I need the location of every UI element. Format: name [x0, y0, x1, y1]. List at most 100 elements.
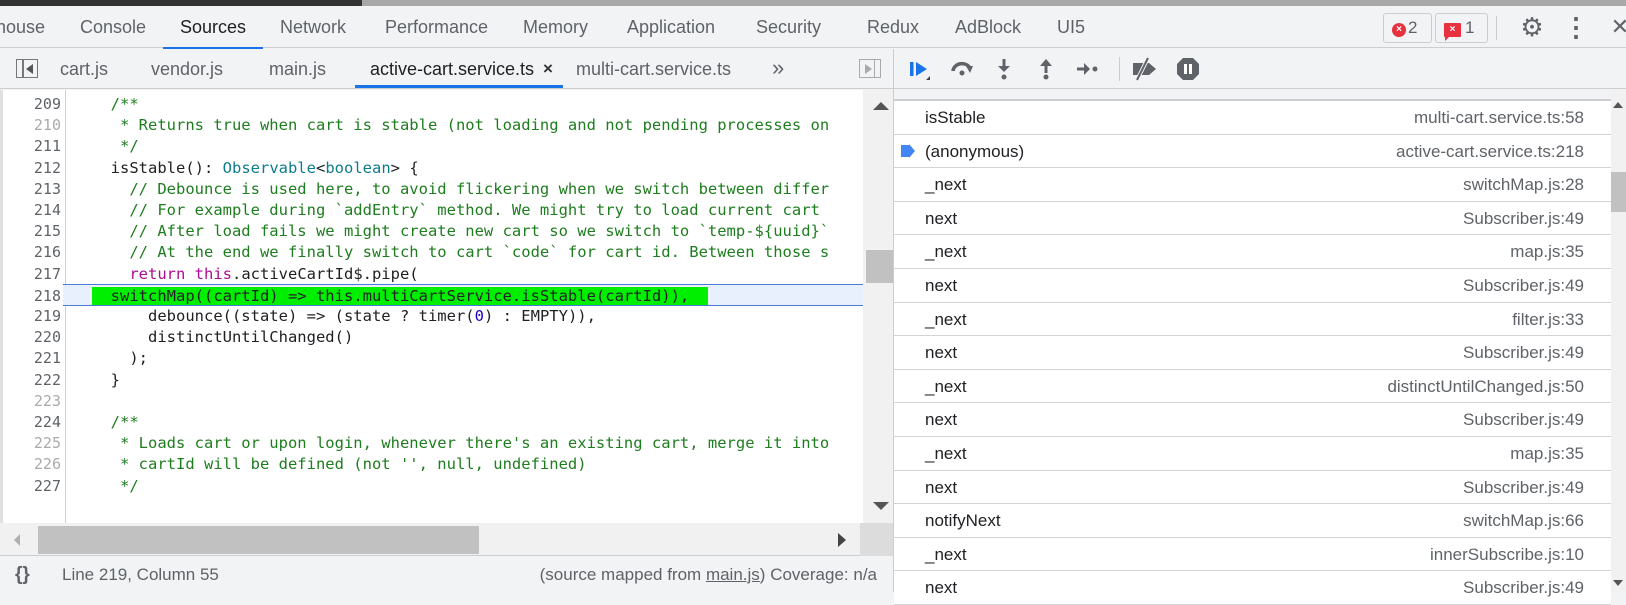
line-number[interactable]: 217	[3, 263, 61, 285]
code-line[interactable]: 224 /**	[3, 411, 863, 433]
call-frame-location[interactable]: Subscriber.js:49	[1463, 336, 1584, 369]
code-line[interactable]: 214 // For example during `addEntry` met…	[3, 199, 863, 221]
tab-performance[interactable]: Performance	[385, 6, 488, 48]
line-number[interactable]: 219	[3, 305, 61, 327]
call-frame-location[interactable]: Subscriber.js:49	[1463, 403, 1584, 436]
editor-horizontal-scrollbar[interactable]	[0, 523, 893, 556]
call-stack-scroll-thumb[interactable]	[1611, 172, 1626, 212]
tab-security[interactable]: Security	[756, 6, 821, 48]
scroll-left-arrow-icon[interactable]	[14, 534, 20, 546]
step-into-icon[interactable]	[990, 55, 1018, 83]
line-number[interactable]: 223	[3, 390, 61, 412]
call-frame[interactable]: _next filter.js:33	[894, 303, 1611, 337]
call-frame[interactable]: _next innerSubscribe.js:10	[894, 538, 1611, 572]
line-number[interactable]: 221	[3, 347, 61, 369]
call-frame-location[interactable]: Subscriber.js:49	[1463, 269, 1584, 302]
call-frame[interactable]: _next map.js:35	[894, 235, 1611, 269]
line-number[interactable]: 216	[3, 241, 61, 263]
close-devtools-icon[interactable]: ✕	[1610, 10, 1626, 44]
call-frame-location[interactable]: active-cart.service.ts:218	[1396, 135, 1584, 168]
pretty-print-icon[interactable]: {}	[15, 557, 30, 592]
file-tab-vendor-js[interactable]: vendor.js	[151, 49, 223, 89]
call-frame-location[interactable]: Subscriber.js:49	[1463, 571, 1584, 604]
call-frame-location[interactable]: multi-cart.service.ts:58	[1414, 101, 1584, 134]
call-frame[interactable]: next Subscriber.js:49	[894, 336, 1611, 370]
issues-badge[interactable]: × 1	[1435, 13, 1488, 43]
call-frame-location[interactable]: Subscriber.js:49	[1463, 471, 1584, 504]
file-tab-main-js[interactable]: main.js	[269, 49, 326, 89]
code-line[interactable]: 216 // At the end we finally switch to c…	[3, 241, 863, 263]
call-frame[interactable]: _next distinctUntilChanged.js:50	[894, 370, 1611, 404]
tab-adblock[interactable]: AdBlock	[955, 6, 1021, 48]
more-tabs-chevron-icon[interactable]: »	[772, 49, 784, 89]
code-line[interactable]: 218 switchMap((cartId) => this.multiCart…	[34, 283, 863, 306]
code-line[interactable]: 212 isStable(): Observable<boolean> {	[3, 157, 863, 179]
source-map-link[interactable]: main.js	[706, 565, 760, 584]
code-line[interactable]: 217 return this.activeCartId$.pipe(	[3, 263, 863, 285]
file-tab-multi-cart-service[interactable]: multi-cart.service.ts	[576, 49, 731, 89]
line-number[interactable]: 212	[3, 157, 61, 179]
settings-gear-icon[interactable]: ⚙	[1517, 10, 1547, 44]
call-frame-location[interactable]: switchMap.js:28	[1463, 168, 1584, 201]
code-line[interactable]: 225 * Loads cart or upon login, whenever…	[3, 432, 863, 454]
step-over-icon[interactable]	[948, 55, 976, 83]
line-number[interactable]: 214	[3, 199, 61, 221]
errors-badge[interactable]: × 2	[1383, 13, 1432, 43]
step-out-icon[interactable]	[1032, 55, 1060, 83]
stack-scroll-up-icon[interactable]	[1613, 102, 1623, 108]
line-number[interactable]: 227	[3, 475, 61, 497]
line-number[interactable]: 222	[3, 369, 61, 391]
tab-memory[interactable]: Memory	[523, 6, 588, 48]
pause-on-exceptions-icon[interactable]	[1174, 55, 1202, 83]
call-frame[interactable]: next Subscriber.js:49	[894, 202, 1611, 236]
call-frame[interactable]: _next map.js:35	[894, 437, 1611, 471]
call-frame[interactable]: next Subscriber.js:49	[894, 471, 1611, 505]
code-line[interactable]: 209 /**	[3, 93, 863, 115]
call-frame[interactable]: next Subscriber.js:49	[894, 269, 1611, 303]
call-frame-location[interactable]: switchMap.js:66	[1463, 504, 1584, 537]
file-tab-cart-js[interactable]: cart.js	[60, 49, 108, 89]
code-line[interactable]: 223	[3, 390, 863, 412]
tab-sources[interactable]: Sources	[162, 6, 264, 49]
more-options-icon[interactable]: ⋮	[1563, 10, 1589, 44]
line-number[interactable]: 226	[3, 453, 61, 475]
call-frame[interactable]: next Subscriber.js:49	[894, 571, 1611, 605]
call-frame[interactable]: _next switchMap.js:28	[894, 168, 1611, 202]
call-frame-location[interactable]: map.js:35	[1510, 235, 1584, 268]
code-line[interactable]: 226 * cartId will be defined (not '', nu…	[3, 453, 863, 475]
line-number[interactable]: 209	[3, 93, 61, 115]
code-line[interactable]: 210 * Returns true when cart is stable (…	[3, 114, 863, 136]
step-icon[interactable]	[1074, 55, 1102, 83]
call-frame[interactable]: isStable multi-cart.service.ts:58	[894, 101, 1611, 135]
code-line[interactable]: 221 );	[3, 347, 863, 369]
call-frame-location[interactable]: map.js:35	[1510, 437, 1584, 470]
call-frame[interactable]: notifyNext switchMap.js:66	[894, 504, 1611, 538]
code-line[interactable]: 227 */	[3, 475, 863, 497]
line-number[interactable]: 213	[3, 178, 61, 200]
scroll-down-arrow-icon[interactable]	[873, 502, 889, 510]
call-frame-location[interactable]: innerSubscribe.js:10	[1430, 538, 1584, 571]
line-number[interactable]: 218	[3, 285, 61, 307]
code-line[interactable]: 211 */	[3, 135, 863, 157]
tab-redux[interactable]: Redux	[867, 6, 919, 48]
code-line[interactable]: 222 }	[3, 369, 863, 391]
tab-console[interactable]: Console	[80, 6, 146, 48]
tab-ui5[interactable]: UI5	[1057, 6, 1085, 48]
editor-horizontal-scroll-thumb[interactable]	[38, 526, 479, 554]
line-number[interactable]: 211	[3, 135, 61, 157]
line-number[interactable]: 225	[3, 432, 61, 454]
call-frame[interactable]: next Subscriber.js:49	[894, 403, 1611, 437]
code-editor[interactable]: 209 /** 210 * Returns true when cart is s…	[0, 90, 893, 523]
line-number[interactable]: 215	[3, 220, 61, 242]
file-tab-active-cart-service[interactable]: active-cart.service.ts	[370, 49, 534, 89]
call-frame-location[interactable]: filter.js:33	[1512, 303, 1584, 336]
scroll-up-arrow-icon[interactable]	[873, 102, 889, 110]
code-line[interactable]: 213 // Debounce is used here, to avoid f…	[3, 178, 863, 200]
editor-vertical-scrollbar[interactable]	[863, 90, 893, 523]
editor-vertical-scroll-thumb[interactable]	[866, 250, 893, 283]
call-frame-location[interactable]: distinctUntilChanged.js:50	[1387, 370, 1584, 403]
call-frame-location[interactable]: Subscriber.js:49	[1463, 202, 1584, 235]
toggle-navigator-icon[interactable]	[16, 59, 38, 78]
tab-network[interactable]: Network	[280, 6, 346, 48]
line-number[interactable]: 220	[3, 326, 61, 348]
